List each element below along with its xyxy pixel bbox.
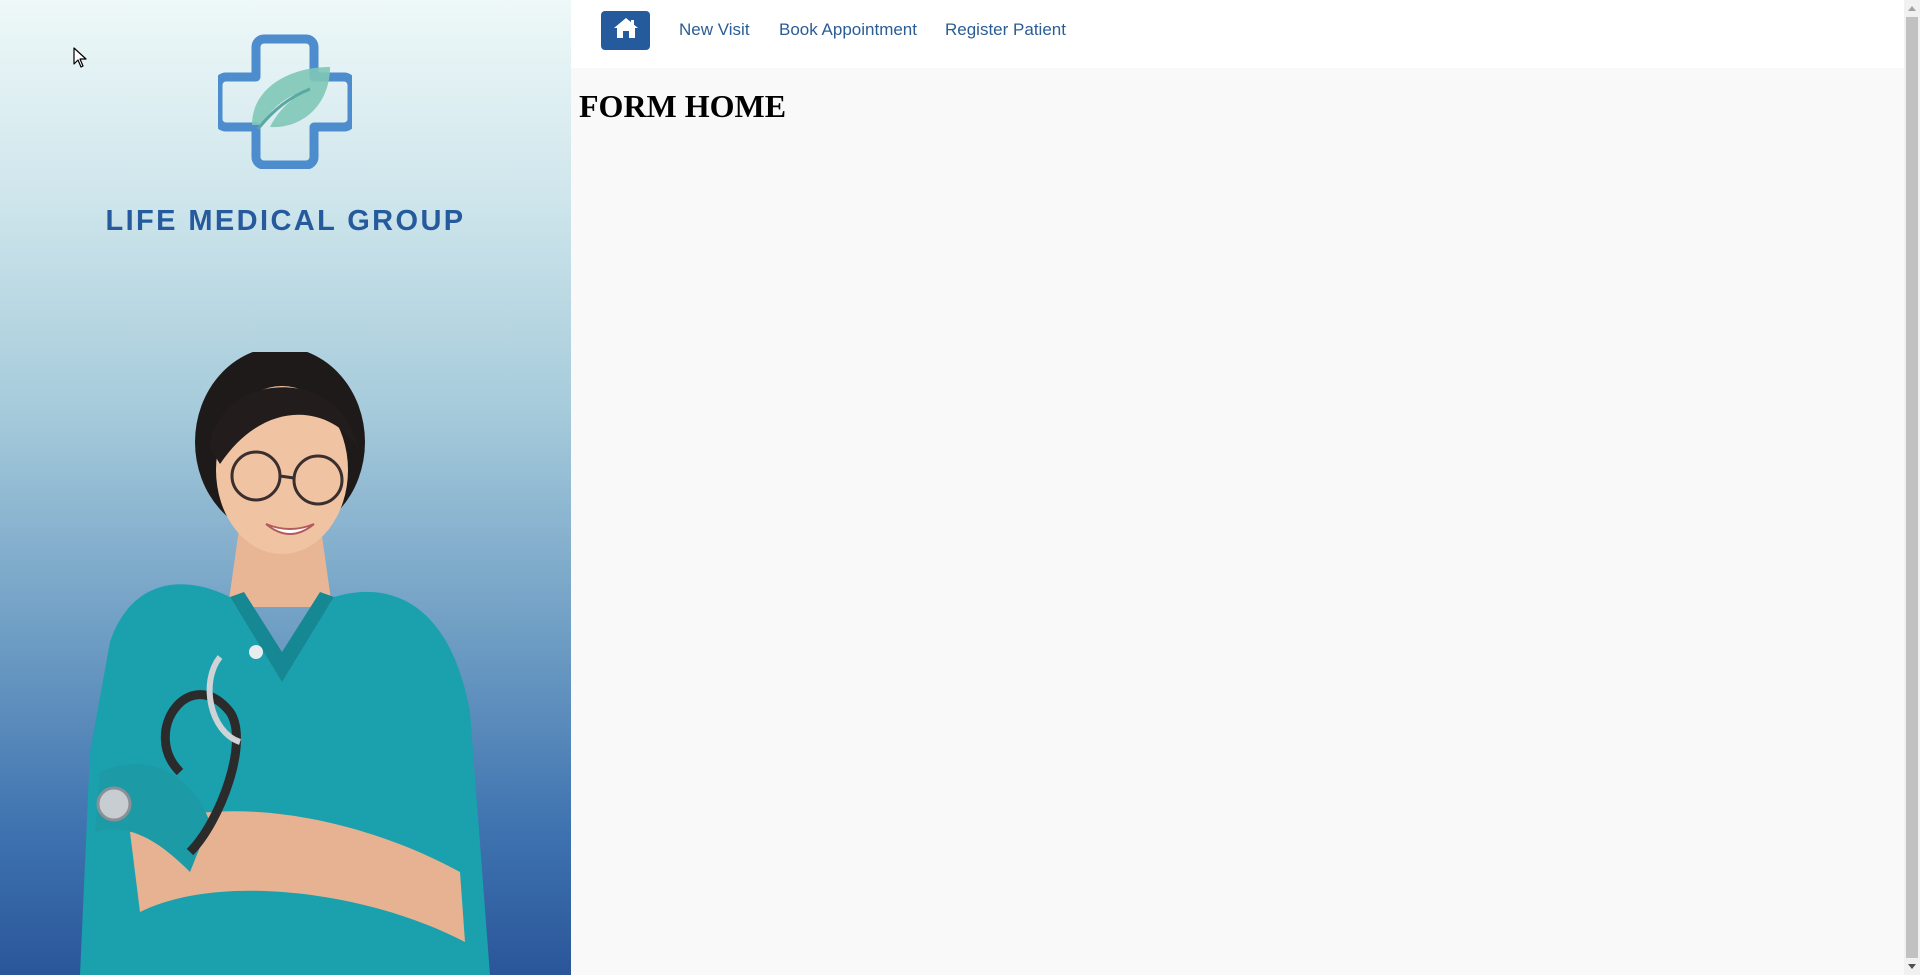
home-icon (613, 17, 639, 44)
main-content: New Visit Book Appointment Register Pati… (571, 0, 1904, 975)
nav-link-book-appointment[interactable]: Book Appointment (779, 20, 917, 40)
scroll-down-arrow-icon[interactable] (1904, 958, 1920, 975)
nav-link-register-patient[interactable]: Register Patient (945, 20, 1066, 40)
nav-link-new-visit[interactable]: New Visit (679, 20, 750, 40)
top-navigation: New Visit Book Appointment Register Pati… (571, 0, 1904, 68)
app-window: LIFE MEDICAL GROUP New Visit Book Appoin… (0, 0, 1920, 975)
medical-cross-leaf-icon (213, 33, 357, 170)
home-button[interactable] (601, 11, 650, 50)
hero-image-nurse (70, 347, 510, 975)
scrollbar-thumb[interactable] (1906, 17, 1918, 958)
vertical-scrollbar[interactable] (1904, 0, 1920, 975)
scroll-up-arrow-icon[interactable] (1904, 0, 1920, 17)
brand-name: LIFE MEDICAL GROUP (105, 205, 466, 237)
sidebar: LIFE MEDICAL GROUP (0, 0, 571, 975)
page-title: FORM HOME (579, 88, 787, 124)
